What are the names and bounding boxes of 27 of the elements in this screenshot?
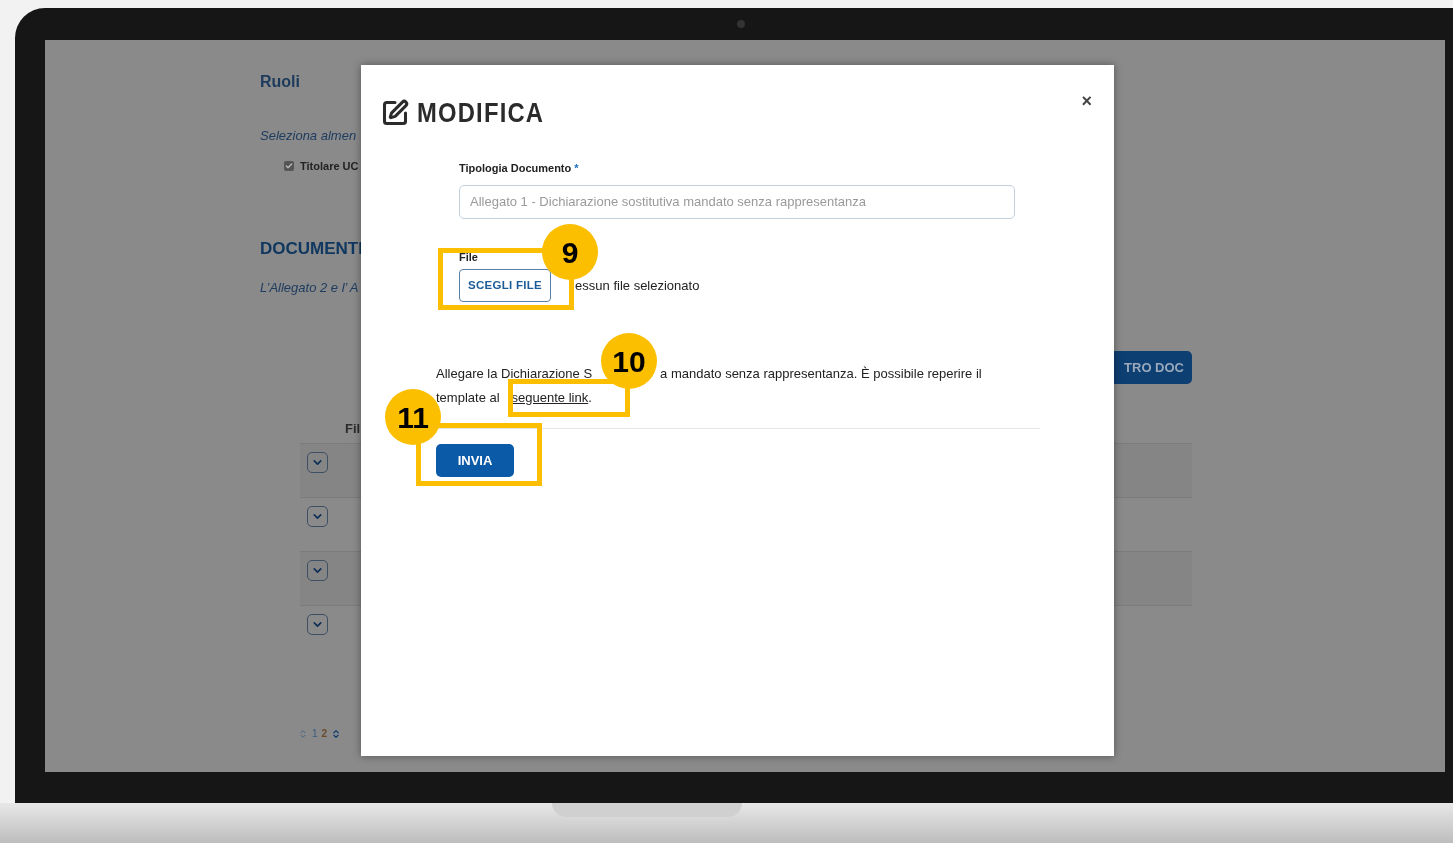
note-text: a mandato senza rappresentanza. È possibile reperire il	[660, 365, 982, 383]
hint-text: Seleziona almen	[260, 127, 357, 145]
choose-file-button[interactable]: SCEGLI FILE	[459, 269, 552, 302]
section-heading: DOCUMENTI	[260, 238, 363, 260]
section-heading: Ruoli	[260, 72, 300, 92]
hint-text: L’Allegato 2 e l’ A	[260, 278, 359, 297]
required-mark: *	[574, 162, 579, 174]
document-type-field[interactable]: Allegato 1 - Dichiarazione sostitutiva mandato senza rappresentanza	[459, 184, 1015, 219]
note-text: template al	[436, 389, 500, 407]
field-label: Tipologia Documento *	[459, 161, 579, 176]
close-button[interactable]: ×	[1081, 87, 1092, 115]
expand-button[interactable]	[307, 506, 328, 527]
expand-button[interactable]	[307, 560, 328, 581]
note-text: Allegare la Dichiarazione S	[436, 365, 593, 383]
column-header: Fil	[345, 420, 361, 438]
edit-icon	[381, 99, 409, 127]
note-text: .	[588, 389, 592, 407]
camera-icon	[737, 20, 745, 28]
checkbox-label: Titolare UC	[300, 158, 359, 174]
field-label: File	[459, 249, 478, 265]
dialog-title: MODIFICA	[417, 96, 545, 130]
checkbox[interactable]	[284, 160, 294, 171]
add-document-button[interactable]: TRO DOC	[1114, 351, 1192, 384]
submit-button[interactable]: INVIA	[436, 444, 514, 477]
expand-button[interactable]	[307, 452, 328, 473]
next-page-icon[interactable]	[331, 728, 342, 739]
expand-button[interactable]	[307, 614, 328, 635]
